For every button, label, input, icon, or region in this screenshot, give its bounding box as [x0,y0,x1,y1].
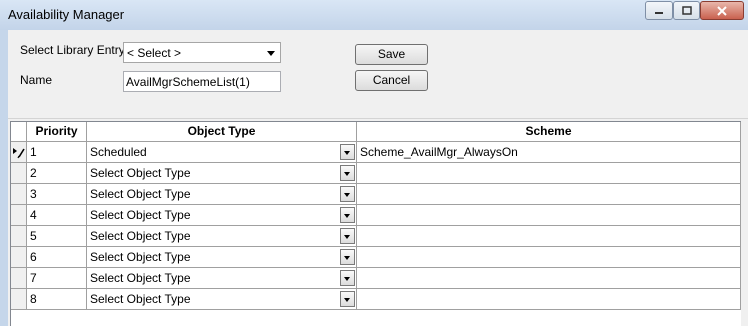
priority-cell[interactable]: 7 [27,268,87,289]
minimize-button[interactable] [645,1,673,20]
column-header-object-type[interactable]: Object Type [87,122,357,142]
priority-cell[interactable]: 8 [27,289,87,310]
priority-cell[interactable]: 3 [27,184,87,205]
priority-cell[interactable]: 4 [27,205,87,226]
scheme-cell[interactable] [357,205,741,226]
client-area: Select Library Entry < Select > Name Ava… [8,30,748,326]
table-row[interactable]: 6 Select Object Type [11,247,741,268]
close-button[interactable] [700,1,744,20]
row-selector[interactable] [11,247,27,268]
maximize-button[interactable] [673,1,700,20]
column-header-scheme[interactable]: Scheme [357,122,741,142]
cancel-button[interactable]: Cancel [355,70,428,91]
library-entry-select[interactable]: < Select > [123,42,281,63]
library-entry-label: Select Library Entry [20,43,125,57]
scheme-cell[interactable] [357,163,741,184]
object-type-cell[interactable]: Select Object Type [87,184,357,205]
scheme-cell[interactable] [357,247,741,268]
object-type-dropdown-button[interactable] [340,186,355,202]
column-header-priority[interactable]: Priority [27,122,87,142]
chevron-down-icon [344,214,350,218]
row-selector[interactable] [11,205,27,226]
row-selector[interactable] [11,163,27,184]
object-type-cell[interactable]: Select Object Type [87,205,357,226]
row-selector[interactable] [11,184,27,205]
chevron-down-icon [344,298,350,302]
priority-cell[interactable]: 2 [27,163,87,184]
object-type-dropdown-button[interactable] [340,228,355,244]
chevron-down-icon [267,51,275,56]
library-entry-value: < Select > [127,46,182,60]
object-type-cell[interactable]: Select Object Type [87,226,357,247]
separator [8,118,748,119]
object-type-dropdown-button[interactable] [340,144,355,160]
priority-grid[interactable]: Priority Object Type Scheme 1 Scheduled … [10,121,741,326]
chevron-down-icon [344,172,350,176]
object-type-cell[interactable]: Select Object Type [87,268,357,289]
object-type-cell[interactable]: Select Object Type [87,289,357,310]
row-selector[interactable] [11,289,27,310]
object-type-cell[interactable]: Select Object Type [87,247,357,268]
scheme-cell[interactable]: Scheme_AvailMgr_AlwaysOn [357,142,741,163]
object-type-dropdown-button[interactable] [340,291,355,307]
name-field[interactable]: AvailMgrSchemeList(1) [123,71,281,92]
chevron-down-icon [344,256,350,260]
row-selector[interactable] [11,226,27,247]
scheme-cell[interactable] [357,226,741,247]
object-type-dropdown-button[interactable] [340,249,355,265]
object-type-dropdown-button[interactable] [340,165,355,181]
row-selector[interactable] [11,268,27,289]
table-row[interactable]: 8 Select Object Type [11,289,741,310]
edit-pencil-icon [13,148,25,159]
title-bar[interactable]: Availability Manager [0,0,748,30]
priority-cell[interactable]: 1 [27,142,87,163]
table-row[interactable]: 7 Select Object Type [11,268,741,289]
scheme-cell[interactable] [357,184,741,205]
save-button[interactable]: Save [355,44,428,65]
table-row[interactable]: 1 Scheduled Scheme_AvailMgr_AlwaysOn [11,142,741,163]
row-header-corner [11,122,27,142]
object-type-dropdown-button[interactable] [340,207,355,223]
close-icon [717,5,727,16]
table-row[interactable]: 2 Select Object Type [11,163,741,184]
availability-manager-window: Availability Manager Select Library Entr… [0,0,748,326]
minimize-icon [655,11,663,14]
object-type-dropdown-button[interactable] [340,270,355,286]
row-selector[interactable] [11,142,27,163]
scheme-cell[interactable] [357,268,741,289]
name-value: AvailMgrSchemeList(1) [126,75,250,89]
chevron-down-icon [344,235,350,239]
chevron-down-icon [344,151,350,155]
chevron-down-icon [344,193,350,197]
chevron-down-icon [344,277,350,281]
table-row[interactable]: 5 Select Object Type [11,226,741,247]
object-type-cell[interactable]: Scheduled [87,142,357,163]
priority-cell[interactable]: 6 [27,247,87,268]
window-title: Availability Manager [8,7,125,22]
name-label: Name [20,73,53,87]
table-row[interactable]: 4 Select Object Type [11,205,741,226]
maximize-icon [681,6,692,15]
priority-cell[interactable]: 5 [27,226,87,247]
table-row[interactable]: 3 Select Object Type [11,184,741,205]
object-type-cell[interactable]: Select Object Type [87,163,357,184]
scheme-cell[interactable] [357,289,741,310]
